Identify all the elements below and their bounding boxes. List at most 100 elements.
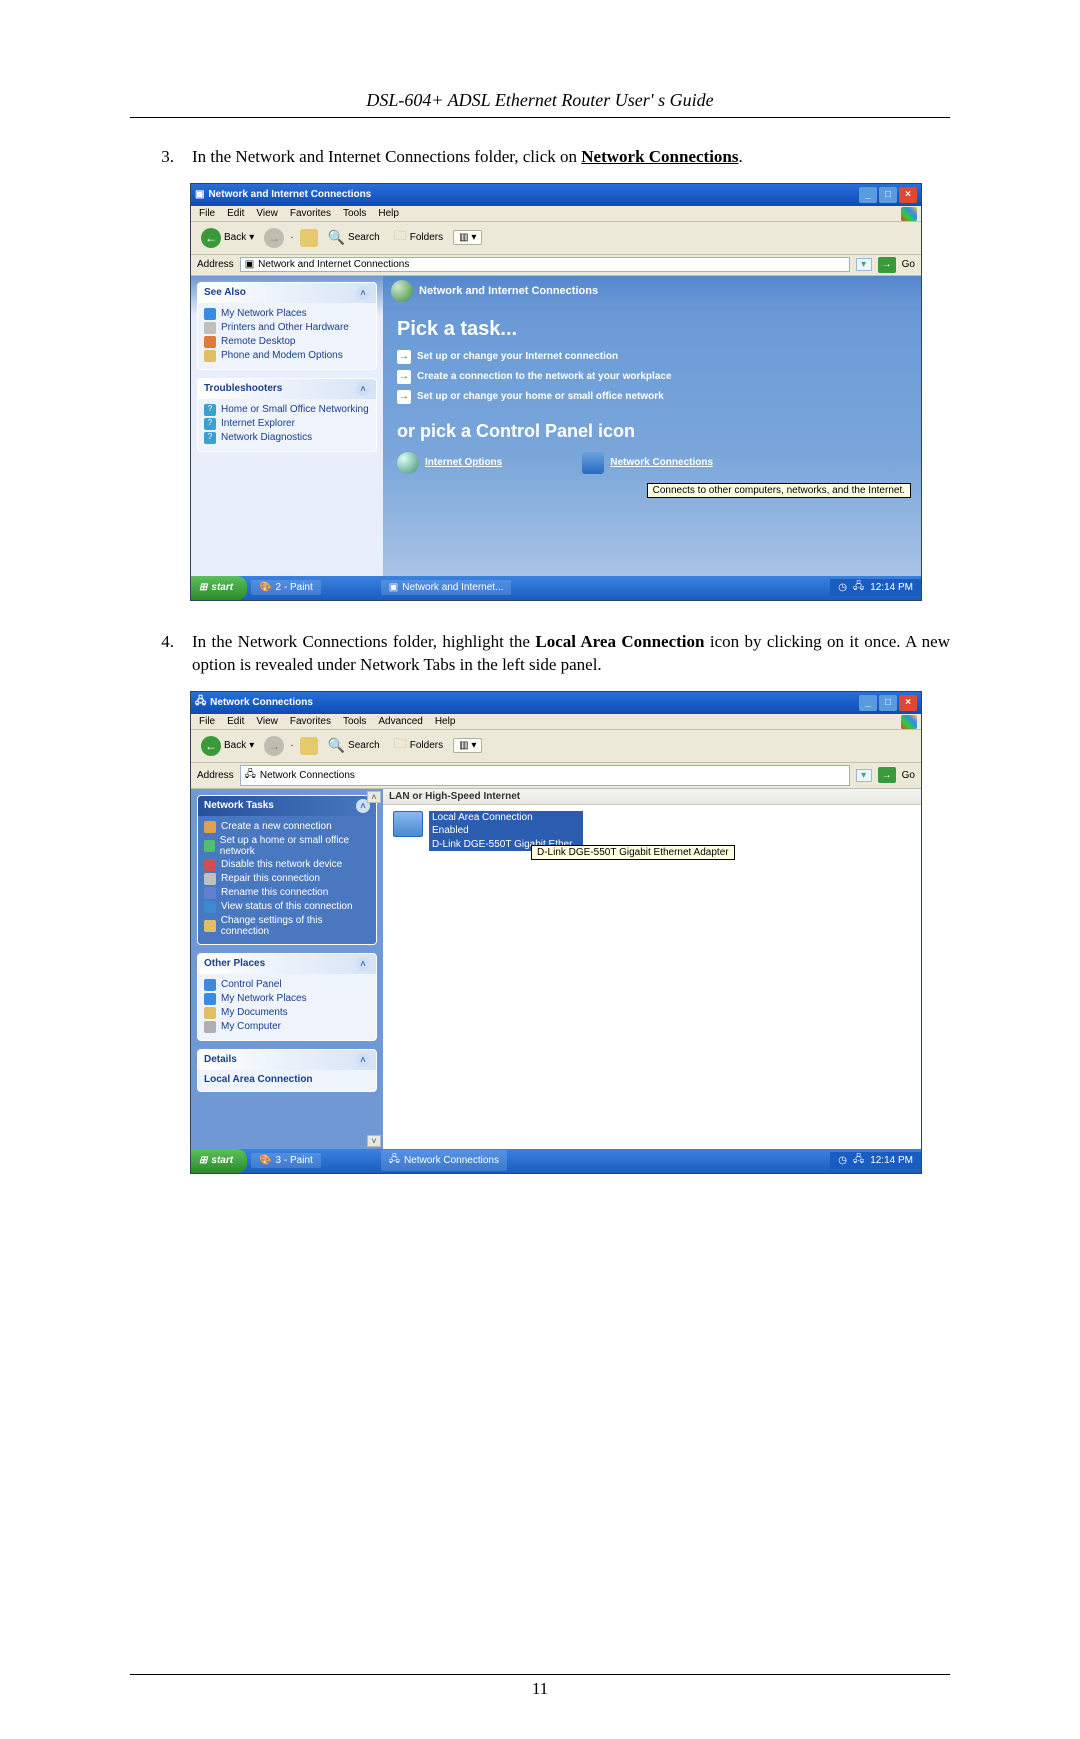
- link-home-office-networking[interactable]: ?Home or Small Office Networking: [204, 403, 370, 417]
- search-button[interactable]: 🔍Search: [324, 735, 384, 756]
- start-button[interactable]: ⊞start: [191, 1149, 247, 1173]
- other-places-title: Other Places: [204, 958, 265, 969]
- taskbar-task-window[interactable]: 🖧Network Connections: [381, 1150, 507, 1171]
- collapse-icon[interactable]: ˄: [356, 286, 370, 300]
- minimize-button[interactable]: _: [859, 695, 877, 711]
- network-tasks-title: Network Tasks: [204, 800, 274, 811]
- forward-button[interactable]: →: [264, 736, 284, 756]
- views-button[interactable]: ▥ ▾: [453, 738, 482, 753]
- link-rename[interactable]: Rename this connection: [204, 886, 370, 900]
- main-panel: LAN or High-Speed Internet Local Area Co…: [383, 789, 921, 1149]
- taskbar-task-paint[interactable]: 🎨2 - Paint: [251, 580, 321, 595]
- help-icon: ?: [204, 404, 216, 416]
- taskbar-task-window[interactable]: ▣Network and Internet...: [381, 580, 512, 595]
- menu-favorites[interactable]: Favorites: [290, 716, 331, 727]
- folders-button[interactable]: 🗀Folders: [390, 733, 447, 759]
- menu-tools[interactable]: Tools: [343, 208, 366, 219]
- system-tray[interactable]: ◷🖧12:14 PM: [830, 579, 921, 596]
- link-internet-explorer[interactable]: ?Internet Explorer: [204, 417, 370, 431]
- network-tasks-header[interactable]: Network Tasks ˄: [198, 796, 376, 816]
- menu-help[interactable]: Help: [378, 208, 399, 219]
- status-icon: [204, 901, 216, 913]
- up-button[interactable]: [300, 737, 318, 755]
- forward-button[interactable]: →: [264, 228, 284, 248]
- close-button[interactable]: ×: [899, 187, 917, 203]
- link-setup-home-office[interactable]: Set up a home or small office network: [204, 834, 370, 858]
- link-my-computer[interactable]: My Computer: [204, 1020, 370, 1034]
- screenshot-1: ▣ Network and Internet Connections _ □ ×…: [190, 183, 922, 601]
- header-rule: [130, 117, 950, 118]
- cp-internet-options[interactable]: Internet Options: [397, 452, 502, 474]
- label: My Documents: [221, 1007, 288, 1018]
- views-button[interactable]: ▥ ▾: [453, 230, 482, 245]
- link-control-panel[interactable]: Control Panel: [204, 978, 370, 992]
- minimize-button[interactable]: _: [859, 187, 877, 203]
- folders-icon: 🗀: [394, 227, 407, 249]
- task-setup-internet[interactable]: →Set up or change your Internet connecti…: [383, 347, 921, 367]
- main-panel: Network and Internet Connections Pick a …: [383, 276, 921, 576]
- scroll-down[interactable]: ˅: [367, 1135, 381, 1147]
- maximize-button[interactable]: □: [879, 187, 897, 203]
- menu-help[interactable]: Help: [435, 716, 456, 727]
- up-button[interactable]: [300, 229, 318, 247]
- help-icon: ?: [204, 418, 216, 430]
- scroll-up[interactable]: ˄: [367, 791, 381, 803]
- collapse-icon[interactable]: ˄: [356, 957, 370, 971]
- menu-file[interactable]: File: [199, 716, 215, 727]
- link-printers[interactable]: Printers and Other Hardware: [204, 321, 370, 335]
- menu-favorites[interactable]: Favorites: [290, 208, 331, 219]
- menu-tools[interactable]: Tools: [343, 716, 366, 727]
- rename-icon: [204, 887, 216, 899]
- nc-icon: 🖧: [389, 1152, 400, 1169]
- menu-edit[interactable]: Edit: [227, 208, 244, 219]
- menu-edit[interactable]: Edit: [227, 716, 244, 727]
- system-tray[interactable]: ◷🖧12:14 PM: [830, 1152, 921, 1169]
- link-create-connection[interactable]: Create a new connection: [204, 820, 370, 834]
- start-button[interactable]: ⊞start: [191, 576, 247, 600]
- tray-icon: ◷: [838, 1155, 847, 1166]
- lan-icon: [393, 811, 423, 837]
- menu-view[interactable]: View: [256, 208, 278, 219]
- task-home-office-network[interactable]: →Set up or change your home or small off…: [383, 387, 921, 407]
- network-places-icon: [204, 308, 216, 320]
- address-input[interactable]: 🖧 Network Connections: [240, 765, 850, 786]
- folders-label: Folders: [410, 232, 443, 243]
- collapse-icon[interactable]: ˄: [356, 1053, 370, 1067]
- taskbar-task-paint[interactable]: 🎨3 - Paint: [251, 1153, 321, 1168]
- maximize-button[interactable]: □: [879, 695, 897, 711]
- link-my-documents[interactable]: My Documents: [204, 1006, 370, 1020]
- link-my-network-places[interactable]: My Network Places: [204, 992, 370, 1006]
- menu-advanced[interactable]: Advanced: [378, 716, 422, 727]
- link-remote-desktop[interactable]: Remote Desktop: [204, 335, 370, 349]
- link-network-diagnostics[interactable]: ?Network Diagnostics: [204, 431, 370, 445]
- see-also-header[interactable]: See Also ˄: [198, 283, 376, 303]
- dropdown-icon: ▾: [249, 740, 254, 751]
- cp-network-connections[interactable]: Network Connections: [582, 452, 713, 474]
- side-panel: ˄ Network Tasks ˄ Create a new connectio…: [191, 789, 383, 1149]
- link-repair[interactable]: Repair this connection: [204, 872, 370, 886]
- window-titlebar[interactable]: 🖧 Network Connections _ □ ×: [191, 692, 921, 714]
- search-button[interactable]: 🔍Search: [324, 227, 384, 248]
- collapse-icon[interactable]: ˄: [356, 382, 370, 396]
- close-button[interactable]: ×: [899, 695, 917, 711]
- link-view-status[interactable]: View status of this connection: [204, 900, 370, 914]
- go-button[interactable]: →: [878, 767, 896, 783]
- menu-file[interactable]: File: [199, 208, 215, 219]
- address-dropdown[interactable]: ▾: [856, 769, 872, 782]
- folders-button[interactable]: 🗀Folders: [390, 225, 447, 251]
- go-button[interactable]: →: [878, 257, 896, 273]
- address-dropdown[interactable]: ▾: [856, 258, 872, 271]
- link-phone-modem[interactable]: Phone and Modem Options: [204, 349, 370, 363]
- other-places-header[interactable]: Other Places ˄: [198, 954, 376, 974]
- details-header[interactable]: Details ˄: [198, 1050, 376, 1070]
- link-disable-device[interactable]: Disable this network device: [204, 858, 370, 872]
- window-titlebar[interactable]: ▣ Network and Internet Connections _ □ ×: [191, 184, 921, 206]
- address-input[interactable]: ▣ Network and Internet Connections: [240, 257, 850, 272]
- link-change-settings[interactable]: Change settings of this connection: [204, 914, 370, 938]
- back-button[interactable]: ←Back ▾: [197, 734, 258, 758]
- back-button[interactable]: ←Back ▾: [197, 226, 258, 250]
- link-my-network-places[interactable]: My Network Places: [204, 307, 370, 321]
- task-workplace-connection[interactable]: →Create a connection to the network at y…: [383, 367, 921, 387]
- troubleshooters-header[interactable]: Troubleshooters ˄: [198, 379, 376, 399]
- menu-view[interactable]: View: [256, 716, 278, 727]
